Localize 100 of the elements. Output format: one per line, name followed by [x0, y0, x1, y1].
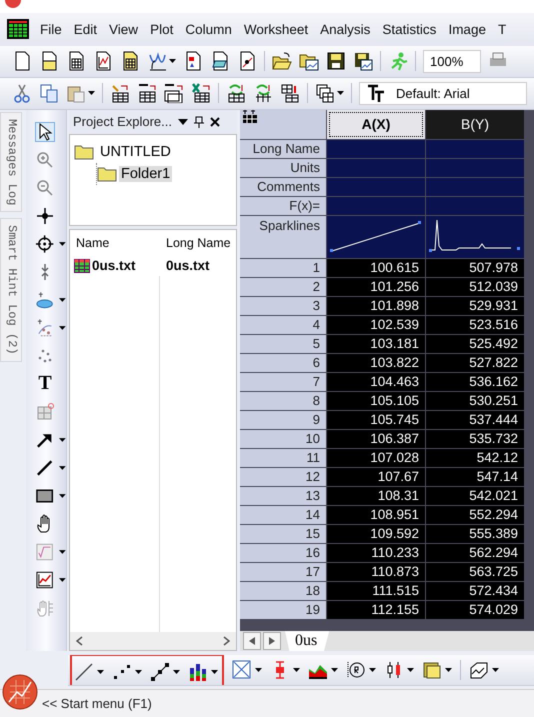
- side-tab[interactable]: Smart Hint Log (2): [0, 218, 22, 362]
- row-number[interactable]: 19: [240, 600, 326, 619]
- stacked-pages-icon[interactable]: [315, 83, 335, 104]
- save-icon[interactable]: [326, 51, 346, 72]
- copy-icon[interactable]: [39, 83, 59, 104]
- numbered-grid-icon[interactable]: [137, 83, 157, 104]
- tree-item[interactable]: UNTITLED: [98, 144, 173, 160]
- menu-item[interactable]: Edit: [68, 22, 104, 37]
- 3d-graph-icon[interactable]: [469, 660, 489, 680]
- ellipse-mask-icon[interactable]: [35, 290, 54, 310]
- caret-icon[interactable]: [59, 578, 66, 582]
- row-number[interactable]: 7: [240, 372, 326, 391]
- column-header[interactable]: A(X): [327, 110, 425, 139]
- line-symbol-plot-icon[interactable]: [150, 662, 170, 682]
- caret-icon[interactable]: [178, 118, 188, 126]
- excel-grid-icon[interactable]: [191, 83, 211, 104]
- save-template-icon[interactable]: [353, 51, 373, 72]
- sort-icon[interactable]: [242, 110, 258, 124]
- caret-icon[interactable]: [59, 298, 66, 302]
- row-number[interactable]: 17: [240, 562, 326, 581]
- template-library-icon[interactable]: [422, 660, 442, 680]
- menu-item[interactable]: Analysis: [314, 22, 376, 37]
- graph-page-icon[interactable]: [35, 570, 54, 590]
- row-number[interactable]: 16: [240, 544, 326, 562]
- caret-icon[interactable]: [369, 668, 376, 672]
- menu-item[interactable]: View: [103, 22, 144, 37]
- polar-plot-icon[interactable]: [346, 660, 366, 680]
- caret-icon[interactable]: [492, 668, 499, 672]
- column-header[interactable]: Name: [70, 236, 160, 250]
- scatter-mask-icon[interactable]: [35, 318, 54, 338]
- row-number[interactable]: 3: [240, 296, 326, 315]
- open-folder-icon[interactable]: [272, 51, 292, 72]
- row-number[interactable]: 2: [240, 278, 326, 296]
- caret-icon[interactable]: [59, 242, 66, 246]
- zoom-in-icon[interactable]: [35, 150, 55, 170]
- worksheet-import-icon[interactable]: [110, 83, 130, 104]
- row-number[interactable]: 6: [240, 354, 326, 372]
- left-arrow-icon[interactable]: [249, 637, 255, 646]
- menu-item[interactable]: Worksheet: [238, 22, 314, 37]
- multi-panel-icon[interactable]: [232, 660, 252, 680]
- refresh-grid-icon[interactable]: [226, 83, 246, 104]
- caret-icon[interactable]: [407, 668, 414, 672]
- caret-icon[interactable]: [59, 494, 66, 498]
- caret-icon[interactable]: [59, 466, 66, 470]
- menu-item[interactable]: T: [492, 22, 512, 37]
- caret-icon[interactable]: [59, 438, 66, 442]
- zoom-out-icon[interactable]: [35, 178, 55, 198]
- app-logo-icon[interactable]: [2, 674, 38, 710]
- row-number[interactable]: 18: [240, 582, 326, 600]
- row-number[interactable]: 1: [240, 258, 326, 277]
- menu-item[interactable]: Image: [442, 22, 492, 37]
- scroll-right-button[interactable]: [263, 632, 281, 650]
- caret-icon[interactable]: [59, 550, 66, 554]
- caret-icon[interactable]: [135, 670, 142, 674]
- scissors-icon[interactable]: [12, 83, 32, 104]
- column-header[interactable]: B(Y): [426, 110, 524, 139]
- caret-icon[interactable]: [293, 668, 300, 672]
- caret-icon[interactable]: [59, 326, 66, 330]
- row-number[interactable]: 15: [240, 524, 326, 543]
- notes-icon[interactable]: [210, 51, 230, 72]
- row-number[interactable]: 14: [240, 506, 326, 524]
- caret-icon[interactable]: [337, 91, 344, 96]
- caret-icon[interactable]: [331, 668, 338, 672]
- caret-icon[interactable]: [169, 59, 176, 64]
- row-number[interactable]: 9: [240, 410, 326, 429]
- caret-icon[interactable]: [445, 668, 452, 672]
- menu-item[interactable]: Column: [179, 22, 238, 37]
- tree-item[interactable]: Folder1: [119, 166, 172, 182]
- side-tab[interactable]: Messages Log: [0, 112, 22, 212]
- zoom-field[interactable]: 100%: [423, 50, 481, 73]
- sheet-tab[interactable]: 0us: [285, 631, 330, 652]
- refresh-columns-icon[interactable]: [253, 83, 273, 104]
- status-text[interactable]: << Start menu (F1): [42, 696, 152, 712]
- column-header[interactable]: Long Name: [160, 236, 238, 250]
- caret-icon[interactable]: [211, 670, 218, 674]
- target-icon[interactable]: [35, 234, 54, 254]
- crosshair-icon[interactable]: [35, 206, 55, 226]
- line-plot-icon[interactable]: [74, 662, 94, 682]
- file-name[interactable]: 0us.txt: [92, 258, 136, 274]
- row-number[interactable]: 8: [240, 392, 326, 410]
- row-number[interactable]: 10: [240, 430, 326, 448]
- caret-icon[interactable]: [255, 668, 262, 672]
- equation-icon[interactable]: [35, 542, 54, 562]
- row-number[interactable]: 11: [240, 448, 326, 467]
- stacked-grid-icon[interactable]: [164, 83, 184, 104]
- row-number[interactable]: 12: [240, 468, 326, 486]
- menu-item[interactable]: Plot: [144, 22, 180, 37]
- pin-icon[interactable]: [194, 116, 204, 128]
- caret-icon[interactable]: [173, 670, 180, 674]
- scroll-left-button[interactable]: [243, 632, 261, 650]
- pointer-icon[interactable]: [35, 122, 55, 142]
- region-icon[interactable]: [35, 402, 55, 422]
- grid-arrow-icon[interactable]: [280, 83, 300, 104]
- row-number[interactable]: 4: [240, 316, 326, 334]
- text-tool[interactable]: T: [35, 372, 55, 396]
- caret-icon[interactable]: [88, 91, 95, 96]
- close-icon[interactable]: [210, 116, 220, 127]
- caret-icon[interactable]: [97, 670, 104, 674]
- font-field[interactable]: Default: Arial: [359, 82, 527, 105]
- function-icon[interactable]: [147, 51, 167, 72]
